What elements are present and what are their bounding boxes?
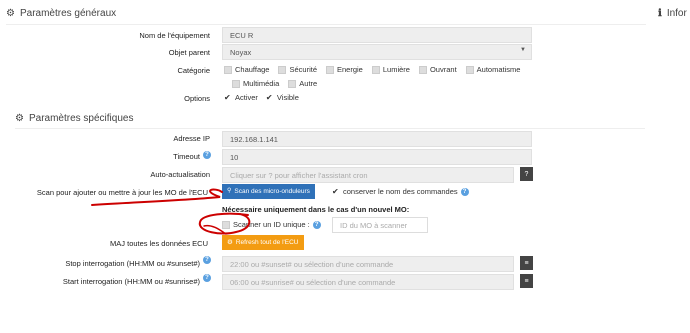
annotation-underline: [91, 188, 223, 206]
red-annotation-overlay: [91, 188, 251, 235]
annotation-circle: [198, 212, 251, 235]
